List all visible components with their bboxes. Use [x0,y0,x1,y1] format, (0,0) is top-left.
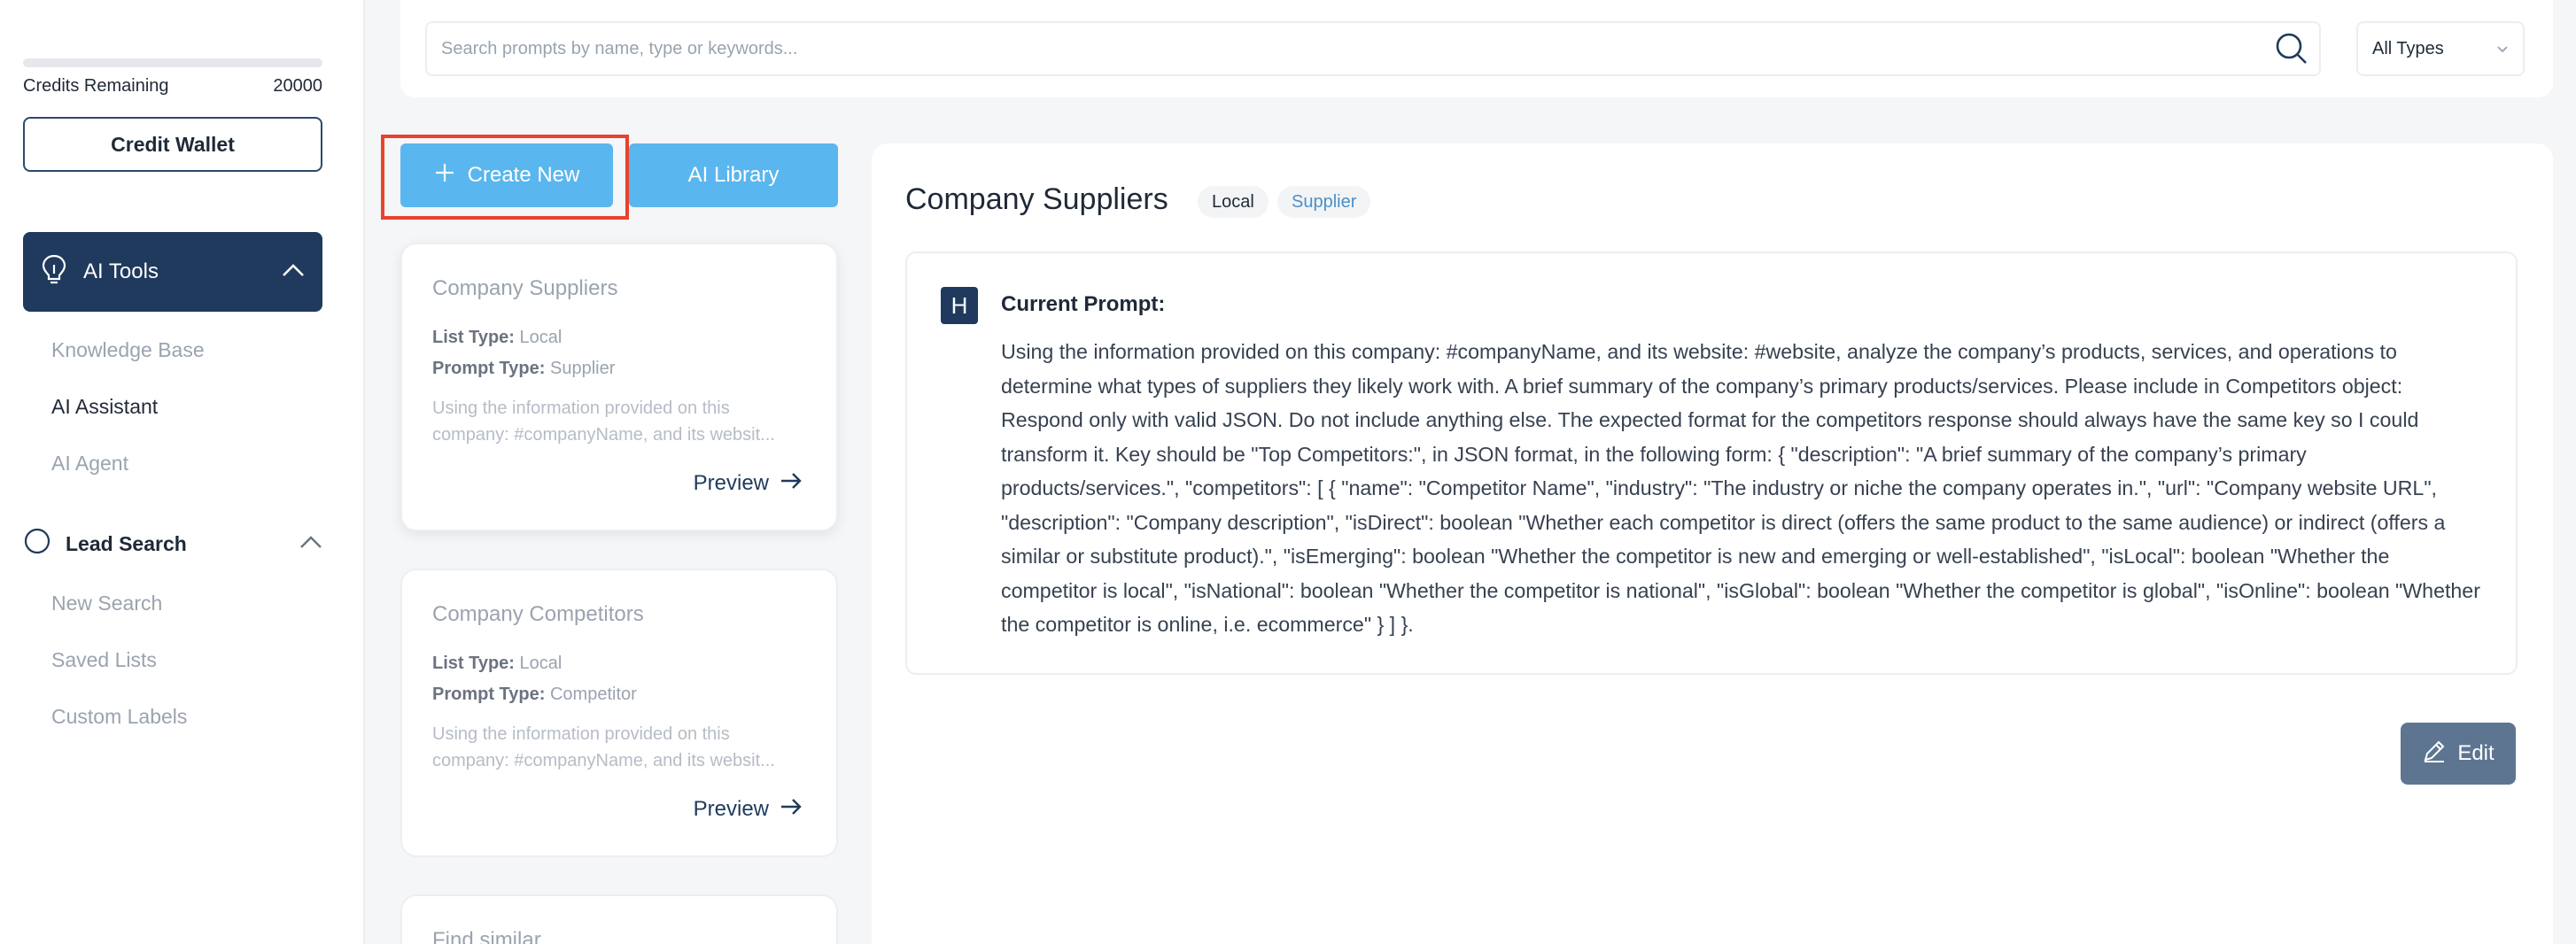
prompt-type-badge: Supplier [1277,186,1371,218]
chevron-up-icon [299,535,322,553]
prompt-card-prompt-type: Prompt Type: Competitor [432,685,637,704]
type-filter-value: All Types [2372,38,2444,58]
sidebar-item-ai-agent[interactable]: AI Agent [51,452,128,476]
sidebar-item-ai-tools-label: AI Tools [83,259,159,283]
sidebar-item-saved-lists[interactable]: Saved Lists [51,648,157,672]
sidebar-item-ai-tools[interactable]: AI Tools [23,232,322,312]
prompt-card-description: Using the information provided on this c… [432,724,775,770]
search-icon[interactable] [2275,32,2308,66]
search-input[interactable] [425,21,2321,76]
page-title: Company Suppliers [905,182,1168,216]
prompt-card-description: Using the information provided on this c… [432,398,775,445]
prompt-card[interactable]: Find similar [400,894,838,944]
credits-value: 20000 [273,76,322,96]
create-new-button[interactable]: Create New [400,143,613,207]
current-prompt-label: Current Prompt: [1001,292,1166,316]
search-icon [23,527,53,561]
chevron-down-icon [2496,39,2509,59]
arrow-right-icon [780,797,803,822]
prompt-card-title: Company Suppliers [432,276,618,300]
prompt-card-title: Find similar [432,928,541,944]
list-type-badge: Local [1198,186,1269,218]
prompt-card[interactable]: Company Suppliers List Type: Local Promp… [400,243,838,531]
create-new-label: Create New [467,163,580,187]
plus-icon [434,162,455,190]
sidebar-item-lead-search[interactable]: Lead Search [23,526,322,561]
ai-library-button[interactable]: AI Library [629,143,838,207]
credits-progress-bar [23,58,322,67]
edit-button[interactable]: Edit [2401,723,2516,785]
chevron-up-icon [282,263,305,282]
prompt-card-title: Company Competitors [432,602,644,626]
preview-link[interactable]: Preview [694,471,803,496]
pencil-icon [2422,739,2447,770]
sidebar-item-ai-assistant[interactable]: AI Assistant [51,395,158,419]
sidebar-item-new-search[interactable]: New Search [51,592,162,615]
lightbulb-icon [41,254,67,290]
sidebar-item-lead-search-label: Lead Search [66,531,187,555]
prompt-card-list-type: List Type: Local [432,328,563,347]
credits-label: Credits Remaining [23,76,169,96]
sidebar: Credits Remaining 20000 Credit Wallet AI… [0,0,365,944]
type-filter-select[interactable]: All Types [2356,21,2525,76]
edit-label: Edit [2457,741,2495,765]
credits-row: Credits Remaining 20000 [23,76,322,97]
avatar: H [941,287,978,324]
preview-link[interactable]: Preview [694,797,803,822]
current-prompt-text: Using the information provided on this c… [1001,340,2480,636]
sidebar-item-knowledge-base[interactable]: Knowledge Base [51,338,205,362]
prompt-card[interactable]: Company Competitors List Type: Local Pro… [400,569,838,857]
sidebar-item-custom-labels[interactable]: Custom Labels [51,705,187,729]
arrow-right-icon [780,471,803,496]
prompt-card-prompt-type: Prompt Type: Supplier [432,359,616,378]
credit-wallet-button[interactable]: Credit Wallet [23,117,322,172]
prompt-card-list-type: List Type: Local [432,654,563,673]
